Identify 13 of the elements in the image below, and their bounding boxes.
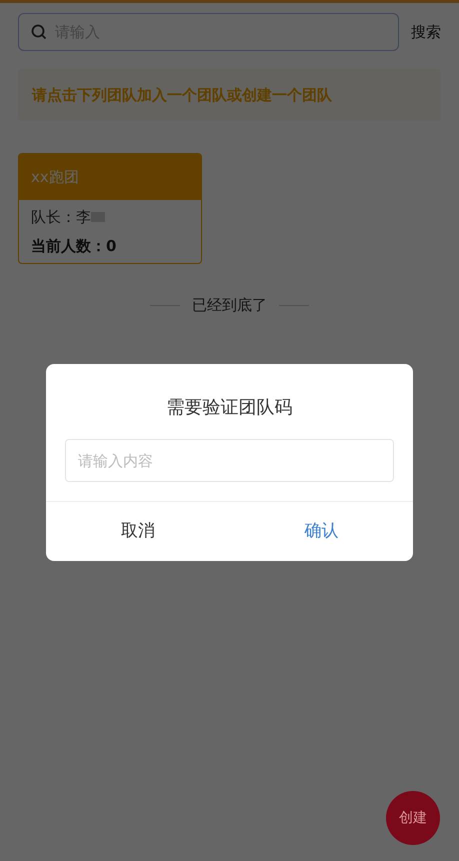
dialog-title: 需要验证团队码: [166, 396, 294, 420]
search-button[interactable]: 搜索: [411, 20, 441, 44]
code-input-field[interactable]: 请输入内容: [65, 439, 394, 482]
cancel-button[interactable]: 取消: [46, 502, 230, 561]
create-button[interactable]: 创建: [386, 791, 440, 845]
end-of-list-text: 已经到底了: [192, 295, 267, 316]
team-card[interactable]: xx跑团 队长：李 当前人数：0: [18, 153, 202, 264]
team-name: xx跑团: [19, 154, 201, 200]
team-leader: 队长：李: [31, 207, 91, 228]
member-count: 当前人数：0: [31, 236, 118, 256]
notice-text: 请点击下列团队加入一个团队或创建一个团队: [32, 86, 332, 104]
confirm-button[interactable]: 确认: [230, 502, 413, 561]
search-icon: [31, 24, 47, 40]
